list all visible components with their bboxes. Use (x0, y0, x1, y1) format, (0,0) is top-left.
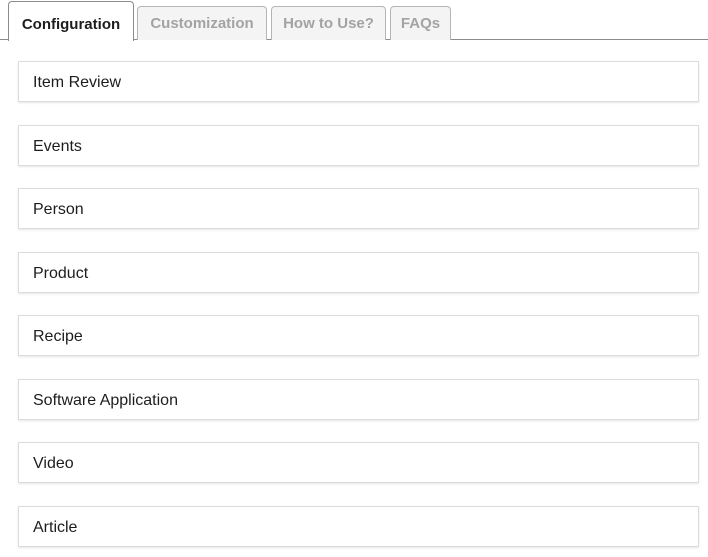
tab-configuration[interactable]: Configuration (8, 1, 134, 41)
panel-recipe[interactable]: Recipe (18, 315, 699, 356)
tab-faqs[interactable]: FAQs (390, 6, 451, 40)
panel-item-review[interactable]: Item Review (18, 61, 699, 102)
panel-label: Item Review (33, 74, 122, 91)
panel-label: Events (33, 137, 82, 155)
panel-label: Software Application (33, 391, 178, 409)
settings-page: Configuration Customization How to Use? … (0, 0, 708, 557)
panel-label: Article (33, 518, 78, 536)
panel-label: Product (33, 264, 89, 282)
panel-label: Person (33, 201, 84, 218)
schema-type-list: Item Review Events Person Product Recipe… (18, 61, 699, 557)
tab-bar: Configuration Customization How to Use? … (0, 0, 708, 41)
tab-customization[interactable]: Customization (137, 6, 267, 40)
panel-video[interactable]: Video (18, 442, 699, 483)
panel-product[interactable]: Product (18, 251, 699, 293)
panel-label: Recipe (33, 328, 83, 345)
panel-events[interactable]: Events (18, 124, 699, 166)
panel-software-application[interactable]: Software Application (18, 378, 699, 420)
tab-how-to-use[interactable]: How to Use? (271, 6, 386, 40)
panel-person[interactable]: Person (18, 188, 699, 229)
panel-article[interactable]: Article (18, 505, 699, 547)
panel-label: Video (33, 455, 74, 472)
